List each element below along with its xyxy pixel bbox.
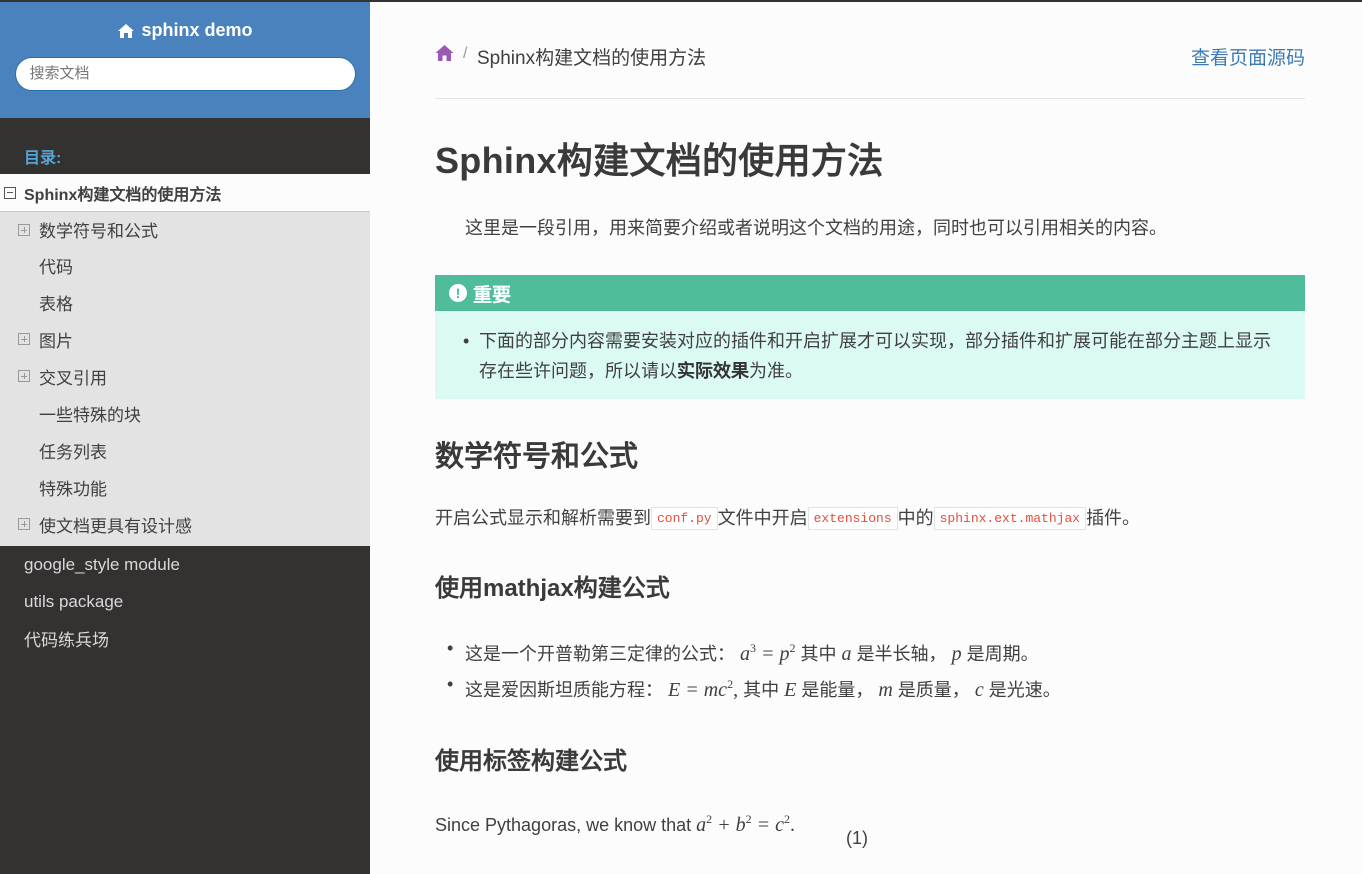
sidebar-item-label: 任务列表 <box>39 443 107 462</box>
math-formula: a2 + b2 = c2 <box>696 812 791 837</box>
equation-number: (1) <box>846 828 868 848</box>
toggle-minus-icon[interactable] <box>4 186 16 199</box>
formula-list: 这是一个开普勒第三定律的公式： a3 = p2 其中 a 是半长轴， p 是周期… <box>435 633 1305 705</box>
admonition-bold-text: 实际效果 <box>677 361 749 381</box>
page-title: Sphinx构建文档的使用方法 <box>435 140 884 181</box>
sidebar-subitem-tasklist[interactable]: 任务列表 <box>0 432 370 469</box>
text-span: 文件中开启 <box>717 508 808 528</box>
text-span: 是光速。 <box>988 680 1061 701</box>
text-span: 是半长轴， <box>856 644 947 665</box>
text-span: 这是一个开普勒第三定律的公式： <box>465 644 735 665</box>
sidebar-subitem-image[interactable]: 图片 <box>0 321 370 358</box>
sidebar-item-label: 表格 <box>39 295 73 314</box>
sidebar-item-label: 交叉引用 <box>39 369 107 388</box>
text-span: 其中 <box>743 680 780 701</box>
toggle-plus-icon[interactable] <box>18 370 30 382</box>
sidebar-subitem-design[interactable]: 使文档更具有设计感 <box>0 506 370 543</box>
math-var: c <box>974 679 984 702</box>
toggle-plus-icon[interactable] <box>18 518 30 530</box>
text-span: 开启公式显示和解析需要到 <box>435 508 651 528</box>
math-formula: E = mc2 <box>668 677 734 702</box>
code-extensions: extensions <box>807 507 898 531</box>
math-var: p <box>951 643 962 666</box>
math-intro-paragraph: 开启公式显示和解析需要到 conf.py 文件中开启 extensions 中的 sphi… <box>435 505 1305 532</box>
text-span: 这是爱因斯坦质能方程： <box>465 680 663 701</box>
toc-caption: 目录: <box>24 150 62 167</box>
sidebar: sphinx demo 目录: Sphinx构建文档的使用方法 数学符号和公式 … <box>0 0 370 874</box>
sidebar-item-label: 特殊功能 <box>39 480 107 499</box>
important-admonition: ! 重要 • 下面的部分内容需要安装对应的插件和开启扩展才可以实现，部分插件和扩… <box>435 275 1305 399</box>
sidebar-item-label: 数学符号和公式 <box>39 222 158 241</box>
text-span: 是周期。 <box>966 644 1039 665</box>
breadcrumb: / Sphinx构建文档的使用方法 查看页面源码 <box>435 0 1305 99</box>
admonition-title: ! 重要 <box>435 275 1305 311</box>
math-var: a <box>841 643 852 666</box>
main-content: / Sphinx构建文档的使用方法 查看页面源码 Sphinx构建文档的使用方法… <box>435 0 1305 838</box>
view-source-link[interactable]: 查看页面源码 <box>1191 43 1305 70</box>
sidebar-item-label: 图片 <box>39 332 73 351</box>
admonition-text-after: 为准。 <box>749 361 803 381</box>
sidebar-item-label: Sphinx构建文档的使用方法 <box>24 186 222 204</box>
text-span: 是质量， <box>897 680 970 701</box>
sidebar-subitem-math[interactable]: 数学符号和公式 <box>0 212 370 247</box>
math-var: m <box>878 679 893 702</box>
bullet: • <box>463 331 470 351</box>
sidebar-item-utils[interactable]: utils package <box>0 583 370 620</box>
sidebar-subitem-special-features[interactable]: 特殊功能 <box>0 469 370 506</box>
toggle-plus-icon[interactable] <box>18 224 30 236</box>
subsection-heading-mathjax: 使用mathjax构建公式 <box>435 575 670 603</box>
top-border <box>0 0 1362 2</box>
code-mathjax: sphinx.ext.mathjax <box>933 507 1087 531</box>
sidebar-subitem-code[interactable]: 代码 <box>0 247 370 284</box>
sidebar-subitem-crossref[interactable]: 交叉引用 <box>0 358 370 395</box>
toggle-plus-icon[interactable] <box>18 333 30 345</box>
project-home-link[interactable]: sphinx demo <box>117 20 253 41</box>
sidebar-subitem-table[interactable]: 表格 <box>0 284 370 321</box>
math-formula: a3 = p2 <box>740 641 796 666</box>
code-conf-py: conf.py <box>651 507 718 531</box>
sidebar-subitem-special-blocks[interactable]: 一些特殊的块 <box>0 395 370 432</box>
list-item: 这是爱因斯坦质能方程： E = mc2, 其中 E 是能量， m 是质量， c … <box>435 669 1305 705</box>
exclamation-circle-icon: ! <box>449 284 467 302</box>
sidebar-item-google-style[interactable]: google_style module <box>0 546 370 583</box>
math-var: E <box>784 679 797 702</box>
text-span: 中的 <box>897 508 934 528</box>
sidebar-header: sphinx demo <box>0 0 370 118</box>
sidebar-item-label: 一些特殊的块 <box>39 406 141 425</box>
text-span: 其中 <box>800 644 837 665</box>
sidebar-item-label: 使文档更具有设计感 <box>39 517 192 536</box>
sidebar-item-current[interactable]: Sphinx构建文档的使用方法 <box>0 174 370 212</box>
home-icon[interactable] <box>435 44 454 62</box>
search-input[interactable] <box>14 56 356 91</box>
section-heading-math: 数学符号和公式 <box>435 441 639 473</box>
intro-blockquote: 这里是一段引用，用来简要介绍或者说明这个文档的用途，同时也可以引用相关的内容。 <box>465 218 1167 238</box>
subsection-heading-tags: 使用标签构建公式 <box>435 748 627 776</box>
breadcrumb-separator: / <box>463 45 468 62</box>
admonition-body: • 下面的部分内容需要安装对应的插件和开启扩展才可以实现，部分插件和扩展可能在部… <box>435 311 1305 399</box>
text-span: Since Pythagoras, we know that <box>435 815 692 836</box>
admonition-text-before: 下面的部分内容需要安装对应的插件和开启扩展才可以实现，部分插件和扩展可能在部分主… <box>479 331 1271 381</box>
list-item: 这是一个开普勒第三定律的公式： a3 = p2 其中 a 是半长轴， p 是周期… <box>435 633 1305 669</box>
text-span: 插件。 <box>1086 508 1141 528</box>
pythagoras-paragraph: Since Pythagoras, we know that a2 + b2 =… <box>435 812 796 837</box>
sidebar-item-playground[interactable]: 代码练兵场 <box>0 620 370 657</box>
sidebar-item-label: 代码 <box>39 258 73 277</box>
sidebar-sublist: 数学符号和公式 代码 表格 图片 交叉引用 一些特殊的块 任务列表 特殊功能 使… <box>0 212 370 546</box>
project-title: sphinx demo <box>141 20 253 40</box>
breadcrumb-current: Sphinx构建文档的使用方法 <box>477 48 707 69</box>
home-icon <box>118 23 135 38</box>
admonition-title-text: 重要 <box>473 284 512 306</box>
text-span: 是能量， <box>801 680 874 701</box>
